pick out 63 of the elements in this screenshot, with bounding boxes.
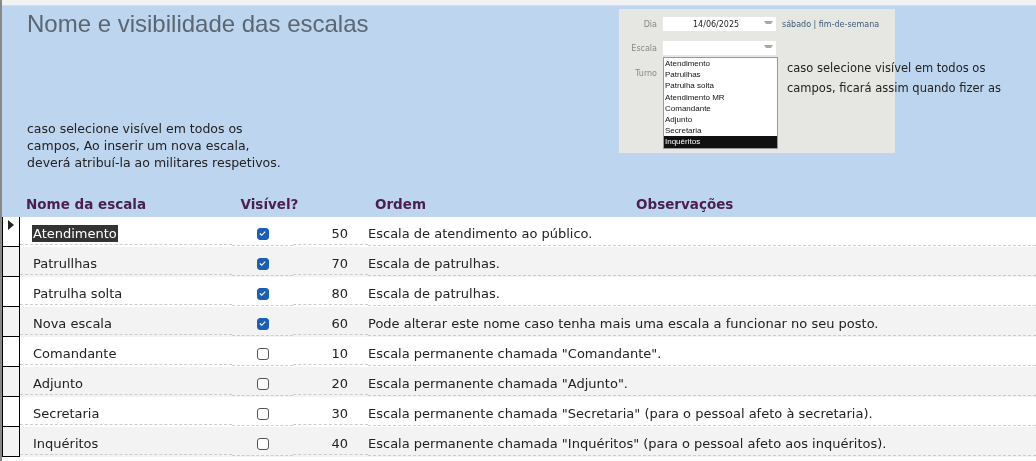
- checkbox[interactable]: [256, 437, 269, 450]
- table-cell: Pode alterar este nome caso tenha mais uma escala a funcionar no seu posto.: [368, 316, 879, 331]
- table-cell: 60: [331, 316, 348, 331]
- table-cell: 20: [331, 376, 348, 391]
- note-text: caso selecione visível em todos os campos, Ao inserir um nova escala, deverá atribuí-la ao militares respetivos.: [27, 120, 282, 171]
- dropdown-option[interactable]: Patrullhas: [664, 69, 777, 81]
- column-header: Nome da escala: [25, 196, 147, 212]
- date-field[interactable]: 14/06/2025: [663, 17, 776, 31]
- dropdown-option[interactable]: Inquéritos: [664, 136, 777, 148]
- field-label: Escala: [630, 43, 657, 53]
- checkbox[interactable]: [256, 407, 269, 420]
- checkmark-icon: [258, 229, 267, 238]
- table-cell[interactable]: Patrulha solta: [32, 285, 124, 302]
- table-cell[interactable]: Inquéritos: [32, 435, 100, 452]
- table-cell: Escala permanente chamada "Secretaria" (para o pessoal afeto à secretaria).: [368, 406, 873, 421]
- table-cell[interactable]: Patrullhas: [32, 255, 99, 272]
- table-cell: 80: [331, 286, 348, 301]
- column-header: Ordem: [373, 196, 427, 212]
- table-cell[interactable]: Nova escala: [32, 315, 113, 332]
- table-cell: Escala de patrulhas.: [368, 256, 500, 271]
- checkbox[interactable]: [256, 257, 269, 270]
- note-text: caso selecione visível em todos os campos, ficará assim quando fizer as: [787, 60, 1003, 97]
- table-cell: Escala permanente chamada "Adjunto".: [368, 376, 628, 391]
- checkbox[interactable]: [256, 377, 269, 390]
- table-cell: Escala permanente chamada "Inquéritos" (para o pessoal afeto aos inquéritos).: [368, 436, 887, 451]
- checkmark-icon: [258, 259, 267, 268]
- checkbox[interactable]: [256, 227, 269, 240]
- table-cell[interactable]: Atendimento: [32, 225, 118, 242]
- column-header: Visível?: [239, 196, 300, 212]
- table-cell[interactable]: Adjunto: [32, 375, 85, 392]
- checkbox[interactable]: [256, 287, 269, 300]
- record-selector[interactable]: [2, 427, 20, 457]
- dropdown-icon: [764, 45, 773, 51]
- table-cell: Escala de patrulhas.: [368, 286, 500, 301]
- field-label: Turno: [634, 69, 657, 80]
- checkbox[interactable]: [256, 317, 269, 330]
- column-header: Observações: [636, 196, 734, 212]
- dropdown-option[interactable]: Comandante: [664, 102, 777, 114]
- page-title: Nome e visibilidade das escalas: [27, 10, 370, 38]
- checkmark-icon: [258, 289, 267, 298]
- table-cell: 40: [331, 436, 348, 451]
- field-label: Dia: [642, 19, 657, 29]
- dropdown-icon: [764, 21, 773, 27]
- day-info: sábado | fim-de-semana: [782, 19, 880, 29]
- table-cell: 10: [331, 346, 348, 361]
- table-cell: 30: [331, 406, 348, 421]
- dropdown-option[interactable]: Atendimento MR: [664, 91, 777, 103]
- checkmark-icon: [258, 319, 267, 328]
- dropdown-option[interactable]: Adjunto: [664, 114, 777, 126]
- table-cell: Escala de atendimento ao público.: [368, 226, 593, 241]
- table-cell: 50: [331, 226, 348, 241]
- current-record-icon: [8, 220, 14, 230]
- dropdown-option[interactable]: Secretaria: [664, 125, 777, 137]
- record-selector[interactable]: [2, 367, 20, 397]
- record-selector[interactable]: [2, 307, 20, 337]
- record-selector[interactable]: [2, 247, 20, 277]
- checkbox[interactable]: [256, 347, 269, 360]
- dropdown-option[interactable]: Patrulha solta: [664, 80, 777, 92]
- dropdown-option[interactable]: Atendimento: [664, 58, 777, 70]
- table-cell[interactable]: Comandante: [32, 345, 118, 362]
- table-cell: 70: [331, 256, 348, 271]
- table-cell[interactable]: Secretaria: [32, 405, 101, 422]
- table-cell: Escala permanente chamada "Comandante".: [368, 346, 662, 361]
